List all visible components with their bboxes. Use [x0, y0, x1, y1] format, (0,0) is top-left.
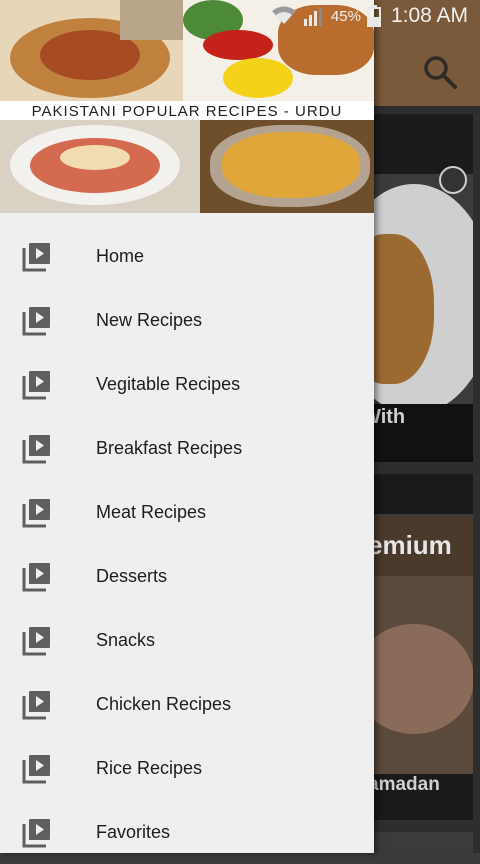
battery-icon: [366, 5, 381, 27]
menu-item-rice-recipes[interactable]: Rice Recipes: [0, 736, 374, 800]
battery-percent: 45%: [330, 7, 361, 25]
menu-item-snacks[interactable]: Snacks: [0, 608, 374, 672]
header-photo-dessert: [0, 120, 200, 213]
menu-item-label: Snacks: [96, 629, 156, 650]
video-library-icon: [22, 307, 50, 336]
wifi-icon: [271, 6, 296, 24]
card-caption: amadan: [374, 774, 473, 820]
card-caption: With: [374, 404, 473, 462]
menu-item-label: Breakfast Recipes: [96, 437, 243, 458]
video-library-icon: [22, 691, 50, 720]
video-library-icon: [22, 563, 50, 592]
menu-item-label: Chicken Recipes: [96, 693, 232, 714]
menu-item-label: New Recipes: [96, 309, 203, 330]
card-header: [374, 114, 473, 174]
channel-avatar: [439, 166, 467, 194]
video-library-icon: [22, 819, 50, 848]
menu-item-breakfast-recipes[interactable]: Breakfast Recipes: [0, 416, 374, 480]
card-caption-text: amadan: [374, 774, 440, 795]
menu-item-vegitable-recipes[interactable]: Vegitable Recipes: [0, 352, 374, 416]
video-library-icon: [22, 755, 50, 784]
menu-item-desserts[interactable]: Desserts: [0, 544, 374, 608]
recipe-card[interactable]: emium amadan: [374, 474, 473, 820]
menu-item-label: Desserts: [96, 565, 168, 586]
card-banner: emium: [374, 516, 473, 576]
recipe-card[interactable]: With: [374, 114, 473, 462]
card-overlay-text: emium: [374, 530, 452, 560]
video-library-icon: [22, 627, 50, 656]
drawer-menu: Home New Recipes Vegitable Recipes Break…: [0, 224, 374, 864]
video-library-icon: [22, 243, 50, 272]
status-bar: 45% 1:08 AM: [0, 0, 480, 34]
navigation-drawer: PAKISTANI POPULAR RECIPES - URDU Home Ne…: [0, 0, 374, 853]
card-caption-text: With: [374, 406, 406, 428]
card-header: [374, 474, 473, 514]
video-library-icon: [22, 371, 50, 400]
menu-item-new-recipes[interactable]: New Recipes: [0, 288, 374, 352]
search-icon[interactable]: [420, 52, 460, 92]
menu-item-meat-recipes[interactable]: Meat Recipes: [0, 480, 374, 544]
menu-item-label: Rice Recipes: [96, 757, 203, 778]
header-photo-curry: [200, 120, 374, 213]
clock: 1:08 AM: [390, 4, 468, 27]
menu-item-favorites[interactable]: Favorites: [0, 800, 374, 864]
menu-item-label: Vegitable Recipes: [96, 373, 241, 394]
menu-item-label: Home: [96, 245, 145, 266]
menu-item-chicken-recipes[interactable]: Chicken Recipes: [0, 672, 374, 736]
menu-item-label: Favorites: [96, 821, 171, 842]
menu-item-label: Meat Recipes: [96, 501, 207, 522]
video-library-icon: [22, 435, 50, 464]
signal-icon: [303, 7, 322, 26]
recipe-card[interactable]: [374, 832, 473, 853]
video-library-icon: [22, 499, 50, 528]
menu-item-home[interactable]: Home: [0, 224, 374, 288]
